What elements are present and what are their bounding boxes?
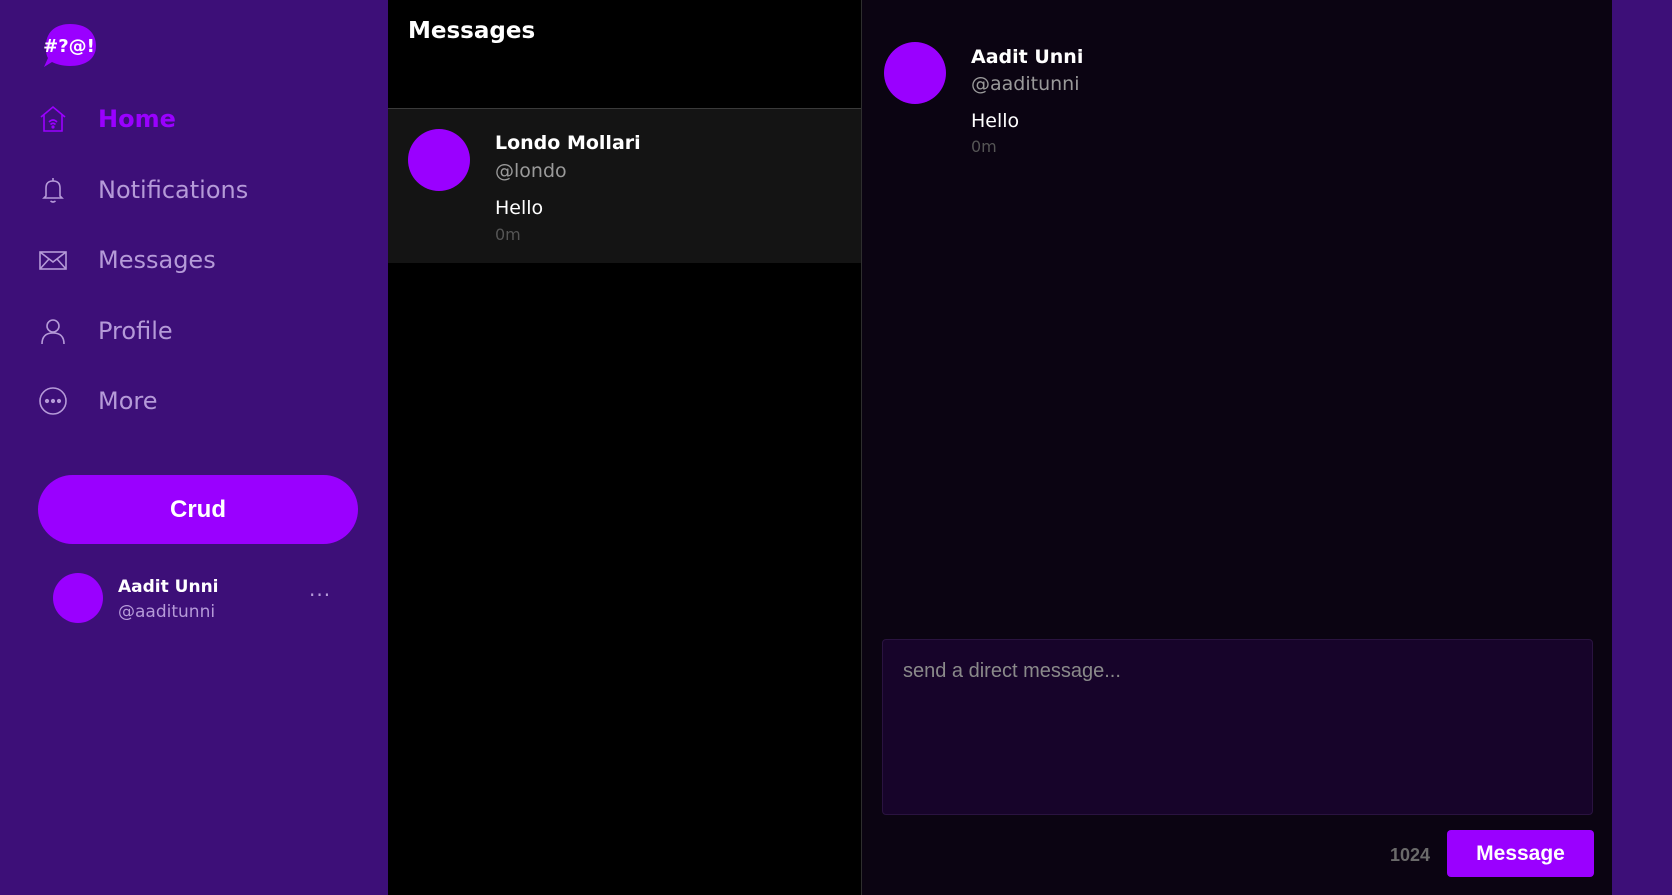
conversation-item[interactable]: Londo Mollari @londo Hello 0m	[388, 109, 861, 263]
avatar	[53, 573, 103, 623]
direct-message-input[interactable]	[882, 639, 1593, 815]
svg-text:#?@!: #?@!	[43, 36, 95, 57]
sidebar-item-label: Home	[98, 105, 176, 133]
sidebar-item-notifications[interactable]: Notifications	[38, 166, 248, 214]
account-handle: @aaditunni	[118, 602, 216, 622]
message-time: 0m	[971, 137, 997, 156]
avatar[interactable]	[884, 42, 946, 104]
message-text: Hello	[971, 110, 1020, 132]
sidebar-item-label: Profile	[98, 317, 173, 345]
message-author-handle: @aaditunni	[971, 73, 1080, 95]
sidebar-item-label: Messages	[98, 246, 216, 274]
bell-icon	[38, 175, 68, 205]
sidebar-item-messages[interactable]: Messages	[38, 236, 216, 284]
conversation-handle: @londo	[495, 160, 567, 182]
envelope-icon	[38, 245, 68, 275]
message-author-name: Aadit Unni	[971, 46, 1084, 68]
conversation-time: 0m	[495, 225, 521, 244]
sidebar-item-label: Notifications	[98, 176, 249, 204]
messages-list-panel: Messages Londo Mollari @londo Hello 0m	[388, 0, 861, 895]
user-icon	[38, 316, 68, 346]
app-logo[interactable]: #?@!	[38, 20, 100, 70]
sidebar-item-profile[interactable]: Profile	[38, 307, 173, 355]
character-counter: 1024	[1390, 845, 1431, 865]
home-icon	[38, 104, 68, 134]
conversation-preview: Hello	[495, 197, 544, 219]
sidebar-item-label: More	[98, 387, 158, 415]
account-name: Aadit Unni	[118, 577, 219, 597]
send-message-button[interactable]: Message	[1447, 830, 1594, 877]
more-circle-icon	[38, 386, 68, 416]
conversation-name: Londo Mollari	[495, 132, 641, 154]
chat-panel: Aadit Unni @aaditunni Hello 0m 1024 Mess…	[861, 0, 1612, 895]
sidebar: #?@! Home Notifications Messages Profile…	[0, 0, 388, 895]
compose-button[interactable]: Crud	[38, 475, 358, 544]
more-options-icon[interactable]: ···	[309, 583, 331, 607]
sidebar-item-home[interactable]: Home	[38, 95, 176, 143]
right-margin	[1612, 0, 1672, 895]
page-title: Messages	[408, 18, 536, 44]
account-switcher[interactable]: Aadit Unni @aaditunni ···	[53, 573, 353, 625]
avatar	[408, 129, 470, 191]
sidebar-item-more[interactable]: More	[38, 377, 158, 425]
chat-message: Aadit Unni @aaditunni Hello 0m	[884, 42, 1484, 162]
